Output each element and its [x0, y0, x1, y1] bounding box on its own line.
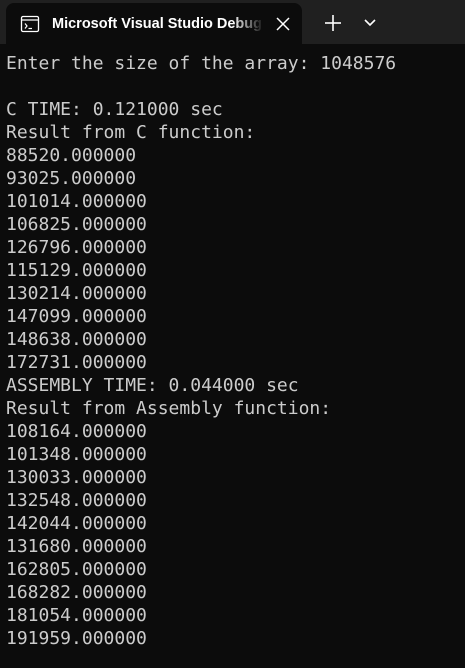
console-line: 162805.000000 — [6, 559, 147, 580]
tab-title: Microsoft Visual Studio Debug Console — [52, 16, 264, 32]
console-icon — [20, 15, 40, 33]
console-line: 142044.000000 — [6, 513, 147, 534]
console-line: 130214.000000 — [6, 283, 147, 304]
plus-icon[interactable] — [322, 12, 344, 34]
console-line: ASSEMBLY TIME: 0.044000 sec — [6, 375, 299, 396]
console-line: 106825.000000 — [6, 214, 147, 235]
console-line: 147099.000000 — [6, 306, 147, 327]
console-line: 126796.000000 — [6, 237, 147, 258]
console-line: C TIME: 0.121000 sec — [6, 99, 223, 120]
console-line: 130033.000000 — [6, 467, 147, 488]
console-line: 181054.000000 — [6, 605, 147, 626]
tab-debug-console[interactable]: Microsoft Visual Studio Debug Console — [6, 3, 302, 44]
console-line: 101348.000000 — [6, 444, 147, 465]
console-line: Enter the size of the array: 1048576 — [6, 53, 397, 74]
console-line: 132548.000000 — [6, 490, 147, 511]
console-line: 88520.000000 — [6, 145, 137, 166]
close-icon[interactable] — [274, 15, 292, 33]
console-line: Result from C function: — [6, 122, 256, 143]
console-line: 93025.000000 — [6, 168, 137, 189]
console-line: 131680.000000 — [6, 536, 147, 557]
console-line: 108164.000000 — [6, 421, 147, 442]
console-line: 148638.000000 — [6, 329, 147, 350]
console-line: 172731.000000 — [6, 352, 147, 373]
console-line: 115129.000000 — [6, 260, 147, 281]
console-output[interactable]: Enter the size of the array: 1048576 C TI… — [6, 52, 461, 650]
console-line: 168282.000000 — [6, 582, 147, 603]
console-line: 101014.000000 — [6, 191, 147, 212]
title-bar: Microsoft Visual Studio Debug Console — [0, 0, 465, 44]
chevron-down-icon[interactable] — [361, 14, 379, 32]
console-line: 191959.000000 — [6, 628, 147, 649]
console-line: Result from Assembly function: — [6, 398, 332, 419]
